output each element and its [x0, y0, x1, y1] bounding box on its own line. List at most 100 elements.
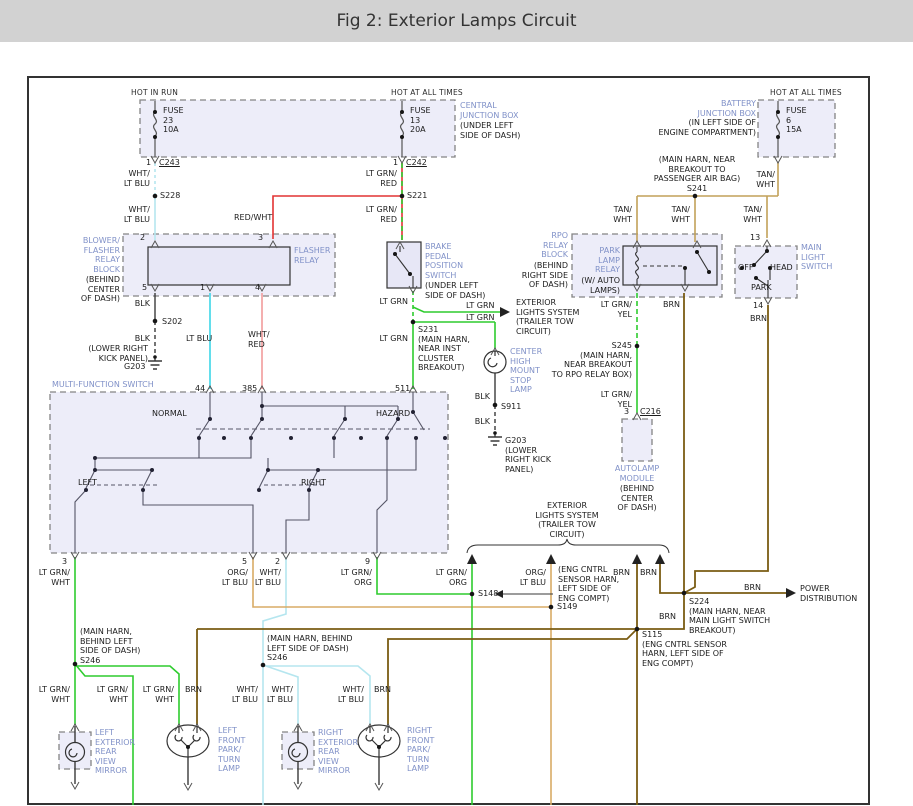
- wiring-diagram-page: Fig 2: Exterior Lamps Circuit: [0, 0, 913, 806]
- wire-wht-ltblu-6: WHT/ LT BLU: [322, 685, 364, 704]
- wire-wht-ltblu-2: WHT/ LT BLU: [110, 205, 150, 224]
- autolamp-module-location: (BEHIND CENTER OF DASH): [617, 484, 656, 513]
- splice-s221-label: S221: [407, 191, 427, 201]
- wire-tan-wht-3: TAN/ WHT: [650, 205, 690, 224]
- pin-44-label: 44: [195, 384, 205, 394]
- rpo-relay-block-label: RPO RELAY BLOCK: [518, 231, 568, 260]
- splice-s245-note: S245 (MAIN HARN, NEAR BREAKOUT TO RPO RE…: [540, 341, 632, 379]
- pin-14-label: 14: [753, 301, 763, 311]
- splice-s148: [470, 592, 475, 597]
- blower-flasher-block-label: BLOWER/ FLASHER RELAY BLOCK: [50, 236, 120, 274]
- park-lamp-relay-note: (W/ AUTO LAMPS): [572, 276, 620, 295]
- splice-s246-note-right: (MAIN HARN, BEHIND LEFT SIDE OF DASH) S2…: [267, 634, 353, 663]
- pin-5-label: 5: [142, 283, 147, 293]
- splice-s115-note: S115 (ENG CNTRL SENSOR HARN, LEFT SIDE O…: [642, 630, 727, 668]
- hot-at-all-times-label-1: HOT AT ALL TIMES: [391, 88, 463, 98]
- wire-blk-3: BLK: [468, 392, 490, 402]
- main-light-switch-label: MAIN LIGHT SWITCH: [801, 243, 832, 272]
- pin-3-c216: 3: [624, 407, 629, 417]
- wire-tan-wht-4: TAN/ WHT: [722, 205, 762, 224]
- fuse-13-label: FUSE 13 20A: [410, 106, 431, 135]
- pin-511-label: 511: [395, 384, 410, 394]
- mfs-right-label: RIGHT: [301, 478, 326, 488]
- wire-wht-red: WHT/ RED: [248, 330, 270, 349]
- wire-brn-6: BRN: [744, 583, 761, 593]
- fuse-23-label: FUSE 23 10A: [163, 106, 184, 135]
- mls-off-label: OFF: [738, 263, 754, 273]
- splice-s231: [411, 320, 416, 325]
- right-front-park-turn-lamp-label: RIGHT FRONT PARK/ TURN LAMP: [407, 726, 434, 774]
- wire-ltgrn-red-2: LT GRN/ RED: [357, 205, 397, 224]
- splice-s246-left: [73, 662, 78, 667]
- pin-9-bottom-label: 9: [365, 557, 370, 567]
- pin-13-label: 13: [750, 233, 760, 243]
- ground-g203-dot-2: [493, 431, 497, 435]
- wire-ltgrn-wht-3: LT GRN/ WHT: [86, 685, 128, 704]
- pin-3-bottom-label: 3: [62, 557, 67, 567]
- splice-s149: [549, 605, 554, 610]
- kick-panel-note: (LOWER RIGHT KICK PANEL): [78, 344, 148, 363]
- splice-s241: [693, 194, 698, 199]
- splice-s246-right: [261, 663, 266, 668]
- splice-s245: [635, 344, 640, 349]
- flasher-relay-label: FLASHER RELAY: [294, 246, 330, 265]
- splice-s224-note: S224 (MAIN HARN, NEAR MAIN LIGHT SWITCH …: [689, 597, 770, 635]
- mfs-normal-label: NORMAL: [152, 409, 187, 419]
- brake-pedal-switch-label: BRAKE PEDAL POSITION SWITCH: [425, 242, 463, 280]
- mfs-left-label: LEFT: [78, 478, 97, 488]
- wire-wht-ltblu-3: WHT/ LT BLU: [239, 568, 281, 587]
- wire-brn-2: BRN: [750, 314, 767, 324]
- mfs-hazard-label: HAZARD: [376, 409, 410, 419]
- connector-c216: C216: [640, 407, 661, 417]
- wire-tan-wht-2: TAN/ WHT: [592, 205, 632, 224]
- wire-org-ltblu-2: ORG/ LT BLU: [504, 568, 546, 587]
- wire-blk-1: BLK: [128, 299, 150, 309]
- splice-s221: [400, 194, 405, 199]
- splice-s911: [493, 403, 498, 408]
- ground-g203-label-2: G203 (LOWER RIGHT KICK PANEL): [505, 436, 551, 474]
- wire-lt-grn-1: LT GRN: [368, 297, 408, 307]
- wire-blk-2: BLK: [128, 334, 150, 344]
- central-junction-box-label: CENTRAL JUNCTION BOX: [460, 101, 518, 120]
- fuse-6-label: FUSE 6 15A: [786, 106, 807, 135]
- power-distribution-label: POWER DISTRIBUTION: [800, 584, 857, 603]
- blower-flasher-block-location: (BEHIND CENTER OF DASH): [50, 275, 120, 304]
- battery-junction-box-location: (IN LEFT SIDE OF ENGINE COMPARTMENT): [640, 118, 756, 137]
- central-junction-box-location: (UNDER LEFT SIDE OF DASH): [460, 121, 520, 140]
- pin-4-label: 4: [255, 283, 260, 293]
- wire-ltgrn-yel-1: LT GRN/ YEL: [592, 300, 632, 319]
- pin-1-label: 1: [200, 283, 205, 293]
- splice-s224: [682, 591, 687, 596]
- hot-at-all-times-label-2: HOT AT ALL TIMES: [770, 88, 842, 98]
- eng-cntrl-note-1: (ENG CNTRL SENSOR HARN, LEFT SIDE OF ENG…: [558, 565, 619, 603]
- connector-c242: C242: [406, 158, 427, 168]
- wire-brn-4: BRN: [640, 568, 657, 578]
- wire-brn-5: BRN: [659, 612, 676, 622]
- pin-1-c242: 1: [393, 158, 398, 168]
- wire-blk-4: BLK: [468, 417, 490, 427]
- right-mirror-label: RIGHT EXTERIOR REAR VIEW MIRROR: [318, 728, 358, 776]
- pin-5-bottom-label: 5: [242, 557, 247, 567]
- splice-s228-label: S228: [160, 191, 180, 201]
- multi-function-switch-label: MULTI-FUNCTION SWITCH: [52, 380, 154, 390]
- mls-park-label: PARK: [751, 283, 772, 293]
- splice-s241-note: (MAIN HARN, NEAR BREAKOUT TO PASSENGER A…: [654, 155, 740, 193]
- wire-ltgrn-wht-2: LT GRN/ WHT: [28, 685, 70, 704]
- pin-2-bottom-label: 2: [275, 557, 280, 567]
- wire-tan-wht-1: TAN/ WHT: [735, 170, 775, 189]
- wire-ltgrn-wht-1: LT GRN/ WHT: [28, 568, 70, 587]
- wire-lt-blu: LT BLU: [186, 334, 212, 344]
- wire-ltgrn-wht-4: LT GRN/ WHT: [132, 685, 174, 704]
- wire-ltgrn-red-1: LT GRN/ RED: [357, 169, 397, 188]
- wire-wht-ltblu-1: WHT/ LT BLU: [110, 169, 150, 188]
- connector-c243: C243: [159, 158, 180, 168]
- splice-s231-note: S231 (MAIN HARN, NEAR INST CLUSTER BREAK…: [418, 325, 470, 373]
- brake-pedal-switch-location: (UNDER LEFT SIDE OF DASH): [425, 281, 485, 300]
- battery-junction-box-label: BATTERY JUNCTION BOX: [676, 99, 756, 118]
- autolamp-module-box: [622, 419, 652, 461]
- wire-brn-7: BRN: [185, 685, 202, 695]
- wire-ltgrn-org-2: LT GRN/ ORG: [425, 568, 467, 587]
- exterior-lights-note-2: EXTERIOR LIGHTS SYSTEM (TRAILER TOW CIRC…: [535, 501, 598, 539]
- wire-lt-grn-3: LT GRN: [466, 301, 495, 311]
- pin-2-label: 2: [140, 233, 145, 243]
